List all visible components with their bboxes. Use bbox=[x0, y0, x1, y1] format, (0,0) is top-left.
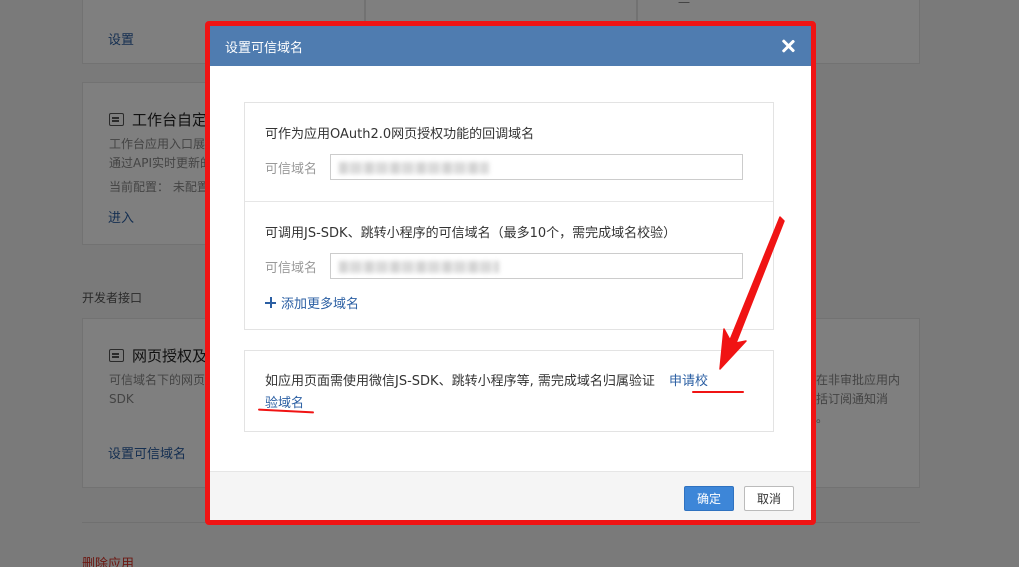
add-more-domains-button[interactable]: 添加更多域名 bbox=[265, 293, 753, 312]
arrow-annotation bbox=[719, 216, 785, 370]
dialog-footer: 确定 取消 bbox=[210, 471, 811, 520]
apply-verify-link[interactable]: 申请校 bbox=[669, 374, 708, 389]
plus-icon bbox=[265, 297, 276, 308]
jssdk-domain-input[interactable] bbox=[330, 253, 743, 279]
jssdk-domain-title: 可调用JS-SDK、跳转小程序的可信域名（最多10个，需完成域名校验） bbox=[265, 226, 677, 241]
notice-text: 如应用页面需使用微信JS-SDK、跳转小程序等, 需完成域名归属验证 bbox=[265, 374, 655, 389]
oauth-domain-row: 可作为应用OAuth2.0网页授权功能的回调域名 可信域名 bbox=[245, 103, 773, 202]
dialog-title: 设置可信域名 bbox=[225, 40, 304, 56]
confirm-button[interactable]: 确定 bbox=[684, 486, 734, 511]
oauth-domain-label: 可信域名 bbox=[265, 161, 318, 177]
jssdk-domain-field: 可信域名 bbox=[265, 253, 753, 279]
annotation-underline bbox=[692, 391, 744, 393]
redacted-value bbox=[339, 261, 499, 273]
cancel-button[interactable]: 取消 bbox=[744, 486, 794, 511]
oauth-domain-field: 可信域名 bbox=[265, 154, 753, 180]
oauth-domain-title: 可作为应用OAuth2.0网页授权功能的回调域名 bbox=[265, 127, 535, 142]
oauth-domain-input[interactable] bbox=[330, 154, 743, 180]
redacted-value bbox=[339, 162, 489, 174]
dialog-header: 设置可信域名 bbox=[210, 26, 811, 66]
jssdk-domain-label: 可信域名 bbox=[265, 260, 318, 276]
close-icon[interactable] bbox=[779, 37, 797, 55]
